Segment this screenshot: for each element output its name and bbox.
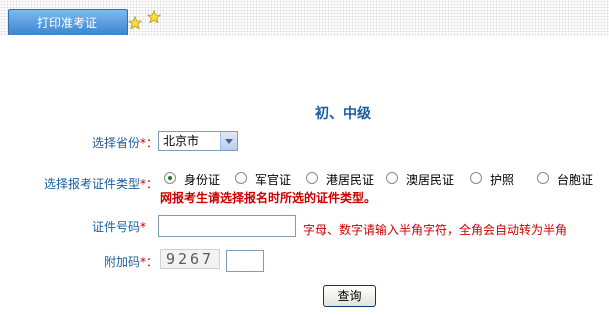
province-select[interactable]: 北京市 <box>158 131 238 151</box>
option-taiwan-permit-label: 台胞证 <box>557 173 594 187</box>
radio-id-card[interactable] <box>164 172 176 184</box>
section-title: 初、中级 <box>315 106 371 122</box>
id-number-label: 证件号码* <box>92 220 147 234</box>
query-button[interactable]: 查询 <box>323 285 376 307</box>
radio-military-card[interactable] <box>235 172 247 184</box>
option-macau-resident-label: 澳居民证 <box>406 173 455 187</box>
radio-hk-resident[interactable] <box>306 172 318 184</box>
required-mark: *： <box>140 255 159 269</box>
chevron-down-icon[interactable] <box>220 132 237 150</box>
option-passport-label: 护照 <box>490 173 515 187</box>
radio-macau-resident[interactable] <box>386 172 398 184</box>
captcha-label: 附加码*： <box>104 255 159 269</box>
required-mark: * <box>140 220 147 234</box>
radio-passport[interactable] <box>470 172 482 184</box>
tab-print-admission-ticket[interactable]: 打印准考证 <box>8 9 128 35</box>
star-icon <box>147 10 161 24</box>
id-number-hint: 字母、数字请输入半角字符，全角会自动转为半角 <box>303 223 568 237</box>
required-mark: *： <box>140 136 159 150</box>
header-strip: 打印准考证 <box>0 0 609 36</box>
id-type-warning: 网报考生请选择报名时所选的证件类型。 <box>160 191 377 205</box>
option-hk-resident-label: 港居民证 <box>326 173 375 187</box>
star-icon <box>128 16 142 30</box>
option-military-card-label: 军官证 <box>255 173 292 187</box>
required-mark: *： <box>140 177 159 191</box>
province-label: 选择省份*： <box>92 136 159 150</box>
id-type-label: 选择报考证件类型*： <box>44 177 159 191</box>
province-selected-value: 北京市 <box>163 134 200 148</box>
radio-taiwan-permit[interactable] <box>537 172 549 184</box>
captcha-image: 9267 <box>160 249 220 269</box>
captcha-input[interactable] <box>226 250 264 272</box>
option-id-card-label: 身份证 <box>184 173 221 187</box>
id-number-input[interactable] <box>158 215 296 237</box>
